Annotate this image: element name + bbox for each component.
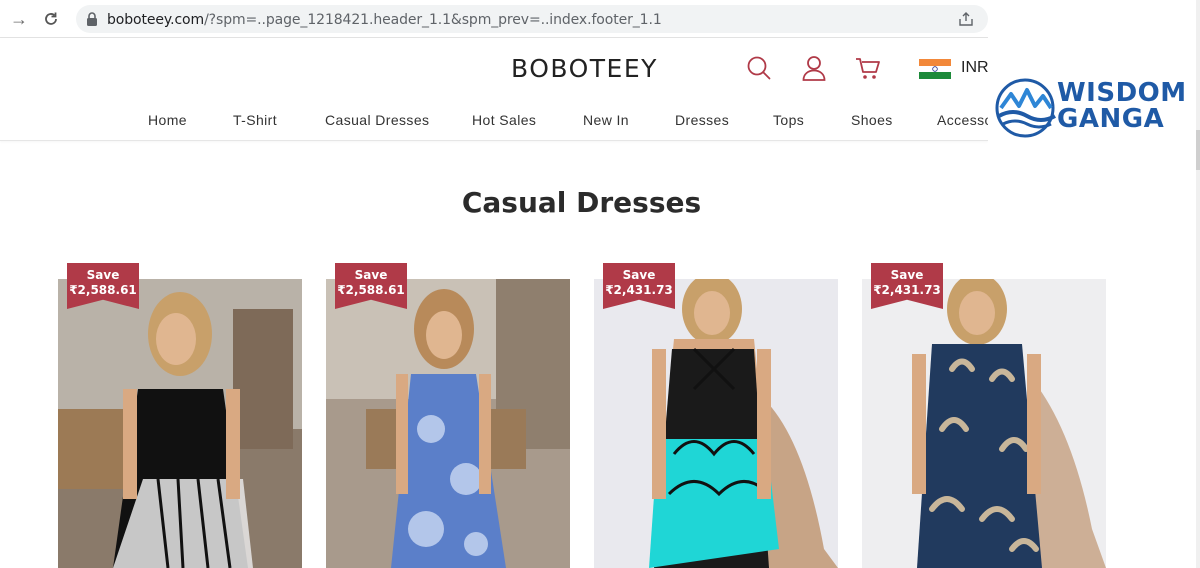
- menu-item-new-in[interactable]: New In: [583, 112, 629, 128]
- product-image[interactable]: [326, 279, 570, 568]
- cart-icon[interactable]: [855, 54, 881, 82]
- account-icon[interactable]: [801, 54, 827, 82]
- url-path: /?spm=..page_1218421.header_1.1&spm_prev…: [204, 12, 662, 28]
- address-bar[interactable]: boboteey.com/?spm=..page_1218421.header_…: [76, 5, 988, 33]
- menu-item-tops[interactable]: Tops: [773, 112, 804, 128]
- reload-icon[interactable]: [40, 8, 62, 30]
- search-icon[interactable]: [746, 54, 772, 82]
- product-card[interactable]: [594, 279, 838, 568]
- menu-item-home[interactable]: Home: [148, 112, 187, 128]
- url-domain: boboteey.com: [107, 12, 205, 28]
- product-card[interactable]: [58, 279, 302, 568]
- badge-amount: ₹2,588.61: [69, 283, 137, 297]
- lock-icon: [87, 12, 97, 26]
- menu-item-shoes[interactable]: Shoes: [851, 112, 893, 128]
- site-header: BOBOTEEY INR Home T-Shirt Casual Dresses…: [0, 38, 989, 141]
- menu-item-t-shirt[interactable]: T-Shirt: [233, 112, 277, 128]
- menu-item-dresses[interactable]: Dresses: [675, 112, 729, 128]
- product-card[interactable]: [862, 279, 1106, 568]
- menu-item-accessories[interactable]: Accessories: [937, 112, 988, 128]
- back-arrow-icon[interactable]: →: [8, 8, 30, 30]
- menu-item-hot-sales[interactable]: Hot Sales: [472, 112, 536, 128]
- india-flag-icon[interactable]: [919, 59, 951, 79]
- badge-amount: ₹2,588.61: [337, 283, 405, 297]
- url-text: boboteey.com/?spm=..page_1218421.header_…: [107, 12, 662, 28]
- badge-label: Save: [86, 268, 120, 282]
- page-title: Casual Dresses: [461, 186, 702, 219]
- product-image[interactable]: [594, 279, 838, 568]
- product-card[interactable]: [326, 279, 570, 568]
- wisdom-ganga-logo-icon: [995, 78, 1056, 138]
- badge-label: Save: [354, 268, 388, 282]
- share-icon[interactable]: [958, 11, 974, 27]
- badge-label: Save: [890, 268, 924, 282]
- badge-amount: ₹2,431.73: [605, 283, 673, 297]
- main-menu: Home T-Shirt Casual Dresses Hot Sales Ne…: [0, 112, 988, 132]
- menu-item-casual-dresses[interactable]: Casual Dresses: [325, 112, 429, 128]
- watermark-line2: GANGA: [1057, 104, 1165, 134]
- scrollbar[interactable]: [1196, 0, 1200, 568]
- brand-logo[interactable]: BOBOTEEY: [511, 54, 658, 83]
- browser-toolbar: → boboteey.com/?spm=..page_1218421.heade…: [0, 0, 988, 38]
- product-image[interactable]: [58, 279, 302, 568]
- badge-amount: ₹2,431.73: [873, 283, 941, 297]
- product-image[interactable]: [862, 279, 1106, 568]
- badge-label: Save: [622, 268, 656, 282]
- currency-selector[interactable]: INR: [961, 59, 989, 77]
- scrollbar-thumb[interactable]: [1196, 130, 1200, 170]
